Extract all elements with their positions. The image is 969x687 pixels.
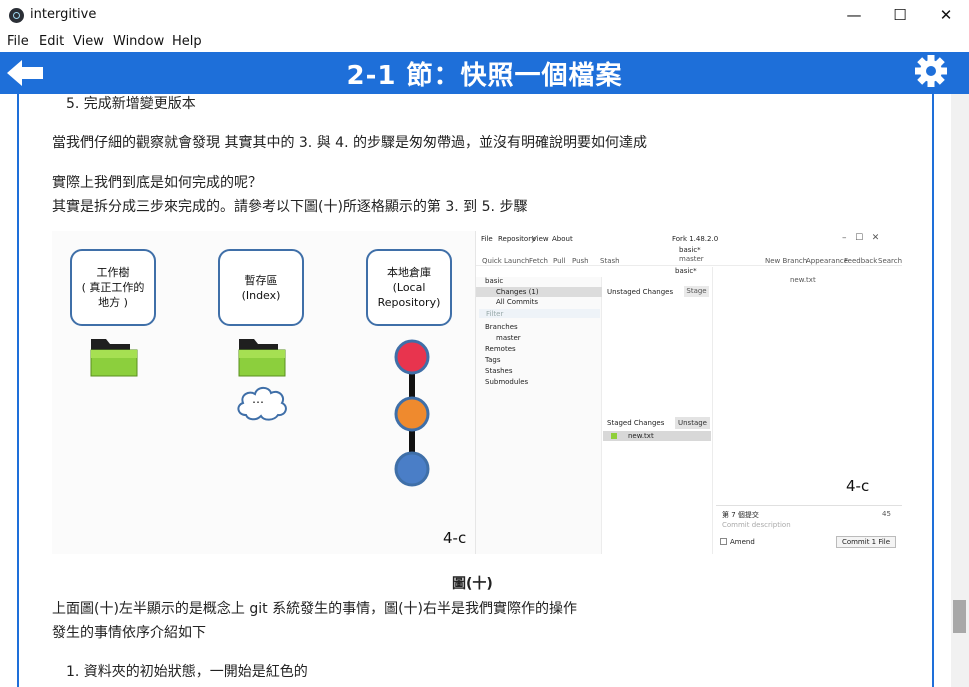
local-repository-box: 本地倉庫 (Local Repository) <box>366 249 452 326</box>
paragraph-2-line1: 實際上我們到底是如何完成的呢？ <box>52 175 262 191</box>
figure-10: 工作樹 ( 真正工作的 地方 ) 暫存區 (Index) 本地倉庫 (Local… <box>52 231 902 554</box>
fork-remotes[interactable]: Remotes <box>485 345 516 353</box>
title-bar: intergitive — ☐ ✕ <box>0 0 969 31</box>
commit-node-1 <box>394 339 430 375</box>
paragraph-2-line2: 其實是拆分成三步來完成的。請參考以下圖(十)所逐格顯示的第 3. 到 5. 步驟 <box>52 199 528 215</box>
page-title: 2-1 節：快照一個檔案 <box>346 61 623 91</box>
node-label: 暫存區 <box>244 273 278 287</box>
node-label: ( 真正工作的 <box>81 281 145 294</box>
fork-branches[interactable]: Branches <box>485 323 518 331</box>
fork-menu-repository: Repository <box>498 235 536 243</box>
fork-all-commits[interactable]: All Commits <box>496 298 538 306</box>
folder-icon <box>238 339 286 377</box>
fork-commit-subject[interactable]: 第 7 個提交 <box>722 510 759 520</box>
fork-commit-button[interactable]: Commit 1 File <box>836 536 896 548</box>
fork-staged-row[interactable]: new.txt <box>603 431 711 441</box>
fork-commit-desc[interactable]: Commit description <box>722 521 791 529</box>
commit-node-2 <box>394 396 430 432</box>
menu-bar: File Edit View Window Help <box>0 31 969 52</box>
fork-feedback: Feedback <box>844 257 878 265</box>
fork-commit-count: 45 <box>882 510 891 518</box>
fork-staged-header: Staged Changes <box>607 419 665 427</box>
app-icon <box>9 8 24 23</box>
commit-chain <box>394 339 430 487</box>
added-icon <box>611 433 617 439</box>
fork-branch-sub: master <box>679 255 704 263</box>
folder-icon <box>90 339 138 377</box>
fork-stashes[interactable]: Stashes <box>485 367 513 375</box>
fork-toolbar: Quick Launch Fetch Pull Push Stash basic… <box>476 244 902 266</box>
fork-window-controls: – ☐ ✕ <box>842 233 880 243</box>
figure-caption: 圖(十) <box>452 576 493 592</box>
fork-master[interactable]: master <box>496 334 521 342</box>
commit-node-3 <box>394 451 430 487</box>
menu-window[interactable]: Window <box>113 34 164 49</box>
node-label: Repository) <box>377 296 441 309</box>
fork-amend-checkbox[interactable] <box>720 538 727 545</box>
fork-appearance: Appearance <box>806 257 849 265</box>
header-bar: 2-1 節：快照一個檔案 <box>0 52 969 94</box>
index-box: 暫存區 (Index) <box>218 249 304 326</box>
paragraph-1: 當我們仔細的觀察就會發現 其實其中的 3. 與 4. 的步驟是匆匆帶過，並沒有明… <box>52 135 647 151</box>
fork-window: File Repository View About Fork 1.48.2.0… <box>475 231 902 554</box>
paragraph-3-line1: 上面圖(十)左半顯示的是概念上 git 系統發生的事情，圖(十)右半是我們實際作… <box>52 601 578 617</box>
scrollbar-track[interactable] <box>951 94 969 687</box>
fork-stage-button[interactable]: Stage <box>684 286 709 297</box>
fork-unstaged-header: Unstaged Changes <box>607 288 674 296</box>
fork-submodules[interactable]: Submodules <box>485 378 528 386</box>
working-tree-box: 工作樹 ( 真正工作的 地方 ) <box>70 249 156 326</box>
menu-file[interactable]: File <box>7 34 29 49</box>
fork-tags[interactable]: Tags <box>485 356 501 364</box>
scrollbar-thumb[interactable] <box>953 600 966 633</box>
fork-app-title: Fork 1.48.2.0 <box>672 235 719 243</box>
paragraph-3-line2: 發生的事情依序介紹如下 <box>52 625 206 641</box>
minimize-button[interactable]: — <box>831 0 877 31</box>
window-title: intergitive <box>30 7 97 22</box>
node-label: (Local <box>392 281 426 294</box>
node-label: 本地倉庫 <box>387 266 431 279</box>
step-label-right: 4-c <box>846 477 870 495</box>
fork-fetch: Fetch <box>529 257 548 265</box>
list-item-step5: 5. 完成新增變更版本 <box>66 96 196 112</box>
fork-diff-file: new.txt <box>790 276 816 284</box>
cloud-text: … <box>252 392 264 406</box>
close-button[interactable]: ✕ <box>923 0 969 31</box>
fork-changes[interactable]: Changes (1) <box>496 288 539 296</box>
fork-filter[interactable]: Filter <box>486 310 503 318</box>
fork-repo-name: basic <box>485 277 504 285</box>
fork-push: Push <box>572 257 589 265</box>
fork-sidebar: basic Changes (1) All Commits Filter Bra… <box>476 277 602 554</box>
fork-repo-tab: basic* <box>679 246 701 254</box>
node-label: 地方 ) <box>98 296 128 309</box>
menu-edit[interactable]: Edit <box>39 34 64 49</box>
fork-amend-label: Amend <box>730 538 755 546</box>
fork-menu-about: About <box>552 235 573 243</box>
fork-menu-view: View <box>532 235 549 243</box>
fork-stash: Stash <box>600 257 620 265</box>
node-label: (Index) <box>241 288 281 302</box>
fork-repo-tab-label: basic* <box>675 267 697 275</box>
fork-new-branch: New Branch <box>765 257 808 265</box>
list-item-1: 1. 資料夾的初始狀態，一開始是紅色的 <box>66 664 308 680</box>
step-label-left: 4-c <box>443 529 467 547</box>
fork-pull: Pull <box>553 257 566 265</box>
menu-view[interactable]: View <box>73 34 104 49</box>
fork-search: Search <box>878 257 903 265</box>
fork-menu-file: File <box>481 235 493 243</box>
maximize-button[interactable]: ☐ <box>877 0 923 31</box>
fork-quick-launch: Quick Launch <box>482 257 530 265</box>
fork-unstage-button[interactable]: Unstage <box>675 417 710 429</box>
gear-icon[interactable] <box>914 54 948 88</box>
node-label: 工作樹 <box>96 266 130 279</box>
menu-help[interactable]: Help <box>172 34 202 49</box>
fork-staged-file: new.txt <box>628 432 654 440</box>
